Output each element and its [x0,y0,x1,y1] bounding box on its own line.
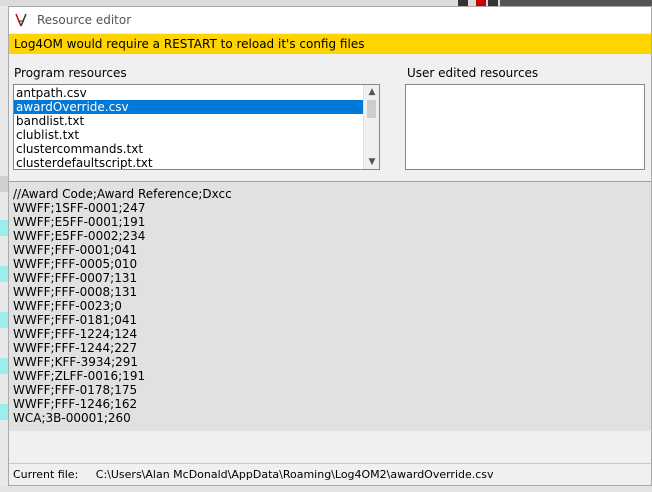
background-app-bottom [0,486,652,492]
list-scrollbar[interactable]: ▲ ▼ [363,85,379,169]
editor-line: WWFF;FFF-0008;131 [13,285,138,299]
user-resources-list[interactable] [405,84,645,170]
scroll-up-icon[interactable]: ▲ [364,85,379,99]
scroll-down-icon[interactable]: ▼ [364,155,379,169]
scroll-thumb[interactable] [367,100,376,118]
list-item[interactable]: bandlist.txt [14,114,379,128]
app-icon [15,13,27,27]
background-cell [0,404,8,420]
list-item[interactable]: clublist.txt [14,128,379,142]
background-cell [0,358,8,374]
editor-line: WWFF;ZLFF-0016;191 [13,369,146,383]
file-content-editor[interactable]: //Award Code;Award Reference;Dxcc WWFF;1… [9,181,651,431]
editor-line: //Award Code;Award Reference;Dxcc [13,187,232,201]
background-cell [0,266,8,282]
list-item[interactable]: clustercommands.txt [14,142,379,156]
editor-line: WWFF;FFF-0001;041 [13,243,138,257]
editor-line: WWFF;E5FF-0002;234 [13,229,146,243]
window-title: Resource editor [37,13,132,27]
editor-line: WWFF;FFF-0178;175 [13,383,138,397]
resource-editor-dialog: Resource editor Log4OM would require a R… [8,6,652,486]
editor-line: WWFF;KFF-3934;291 [13,355,139,369]
user-resources-label: User edited resources [407,66,539,80]
program-resources-list[interactable]: antpath.csv awardOverride.csv bandlist.t… [13,84,380,170]
editor-line: WWFF;E5FF-0001;191 [13,215,146,229]
editor-line: WWFF;FFF-0005;010 [13,257,138,271]
list-item[interactable]: antpath.csv [14,86,379,100]
background-cell [0,176,8,192]
editor-line: WWFF;FFF-0023;0 [13,299,122,313]
editor-line: WWFF;FFF-1246;162 [13,397,138,411]
status-bar: Current file: C:\Users\Alan McDonald\App… [9,463,651,485]
editor-line: WWFF;1SFF-0001;247 [13,201,146,215]
title-bar[interactable]: Resource editor [9,7,651,33]
editor-line: WWFF;FFF-0181;041 [13,313,138,327]
background-cell [0,312,8,328]
background-app-left [0,6,8,486]
editor-line: WWFF;FFF-1224;124 [13,327,138,341]
editor-line: WWFF;FFF-1244;227 [13,341,138,355]
background-cell [0,220,8,236]
list-item[interactable]: clusterdefaultscript.txt [14,156,379,169]
list-item-selected[interactable]: awardOverride.csv [14,100,379,114]
program-resources-label: Program resources [14,66,127,80]
bottom-panel [9,431,651,461]
current-file-path: C:\Users\Alan McDonald\AppData\Roaming\L… [95,468,494,481]
current-file-label: Current file: [13,468,79,481]
editor-line: WWFF;FFF-0007;131 [13,271,138,285]
editor-line: WCA;3B-00001;260 [13,411,131,425]
restart-warning-banner: Log4OM would require a RESTART to reload… [9,34,651,54]
